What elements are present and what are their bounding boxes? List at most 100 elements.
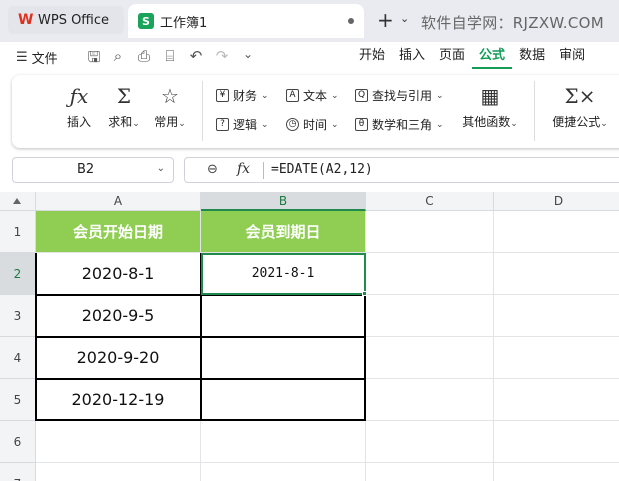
wps-office-tab[interactable]: W WPS Office (8, 6, 124, 34)
cell-d4[interactable] (494, 337, 619, 379)
text-functions-button[interactable]: A 文本 ⌄ (286, 87, 339, 104)
lookup-icon: Q (355, 89, 368, 102)
row-header-7[interactable]: 7 (0, 463, 36, 481)
formula-input[interactable]: =EDATE(A2,12) (271, 162, 373, 177)
logic-label: 逻辑 (233, 118, 258, 132)
save-icon[interactable]: 🖫 (84, 47, 104, 72)
title-bar: W WPS Office S 工作簿1 + ⌄ 软件自学网：RJZXW.COM (0, 0, 619, 42)
sigma-x-icon: Σ× (564, 84, 596, 108)
star-icon: ☆ (161, 84, 179, 108)
row-header-4[interactable]: 4 (0, 337, 36, 379)
undo-icon[interactable]: ↶ (186, 47, 206, 65)
math-trig-button[interactable]: θ 数学和三角 ⌄ (355, 116, 444, 133)
cell-c2[interactable] (366, 253, 494, 295)
new-tab-button[interactable]: + (377, 8, 394, 32)
row-header-1[interactable]: 1 (0, 211, 36, 253)
zoom-icon[interactable]: ⊖ (207, 162, 218, 177)
cell-a4[interactable]: 2020-9-20 (36, 337, 201, 379)
tab-home[interactable]: 开始 (352, 47, 392, 69)
common-functions-button[interactable]: ☆ 常用⌄ (150, 83, 190, 130)
cell-a6[interactable] (36, 421, 201, 463)
chevron-down-icon[interactable]: ⌄ (157, 163, 165, 174)
column-header-d[interactable]: D (494, 192, 619, 211)
cell-d5[interactable] (494, 379, 619, 421)
ribbon-divider (534, 81, 535, 141)
select-all-corner[interactable] (0, 192, 36, 211)
logic-button[interactable]: ? 逻辑 ⌄ (216, 116, 269, 133)
clock-icon: ◷ (286, 118, 299, 131)
formula-divider (263, 162, 264, 179)
quick-formula-button[interactable]: Σ× 便捷公式⌄ (550, 83, 610, 130)
cell-a5[interactable]: 2020-12-19 (36, 379, 201, 421)
cell-b4[interactable] (201, 337, 366, 379)
name-box-value: B2 (77, 162, 95, 177)
cell-c7[interactable] (366, 463, 494, 481)
redo-icon[interactable]: ↷ (212, 47, 232, 65)
sigma-icon: Σ (116, 84, 132, 108)
chevron-down-icon[interactable]: ⌄ (400, 12, 409, 25)
time-label: 时间 (303, 118, 328, 132)
tab-review[interactable]: 审阅 (552, 47, 592, 69)
finance-button[interactable]: ¥ 财务 ⌄ (216, 87, 269, 104)
column-header-b[interactable]: B (201, 192, 366, 211)
autosum-label: 求和 (108, 115, 133, 129)
lookup-button[interactable]: Q 查找与引用 ⌄ (355, 87, 444, 104)
cell-a7[interactable] (36, 463, 201, 481)
formula-bar[interactable]: ⊖ fx =EDATE(A2,12) (184, 157, 619, 183)
tab-insert[interactable]: 插入 (392, 47, 432, 69)
file-menu-label: 文件 (31, 52, 58, 67)
lookup-label: 查找与引用 (372, 89, 433, 103)
row-header-3[interactable]: 3 (0, 295, 36, 337)
format-painter-icon[interactable]: ⌕ (108, 47, 128, 65)
spreadsheet-icon: S (138, 13, 154, 29)
row-header-5[interactable]: 5 (0, 379, 36, 421)
fill-handle[interactable] (362, 291, 367, 296)
fx-icon[interactable]: fx (237, 161, 250, 177)
cell-a1[interactable]: 会员开始日期 (36, 211, 201, 253)
formula-ribbon: ƒx 插入 Σ 求和⌄ ☆ 常用⌄ ¥ 财务 ⌄ A 文本 ⌄ Q 查找与引用 ⌄ ?… (12, 75, 619, 148)
other-functions-button[interactable]: ▦ 其他函数⌄ (460, 83, 520, 130)
cell-a2[interactable]: 2020-8-1 (36, 253, 201, 295)
cell-c4[interactable] (366, 337, 494, 379)
common-functions-label: 常用 (154, 115, 179, 129)
tab-formulas[interactable]: 公式 (472, 47, 513, 69)
quick-formula-label: 便捷公式 (552, 115, 601, 129)
row-header-6[interactable]: 6 (0, 421, 36, 463)
table-border (35, 336, 366, 338)
cell-b5[interactable] (201, 379, 366, 421)
cell-d7[interactable] (494, 463, 619, 481)
cell-a3[interactable]: 2020-9-5 (36, 295, 201, 337)
cell-c3[interactable] (366, 295, 494, 337)
tab-data[interactable]: 数据 (512, 47, 552, 69)
row-header-2[interactable]: 2 (0, 253, 36, 295)
insert-function-button[interactable]: ƒx 插入 (59, 83, 99, 130)
cell-d1[interactable] (494, 211, 619, 253)
column-header-a[interactable]: A (36, 192, 201, 211)
tab-page[interactable]: 页面 (432, 47, 472, 69)
name-box[interactable]: B2 ⌄ (12, 157, 174, 183)
cell-d6[interactable] (494, 421, 619, 463)
time-button[interactable]: ◷ 时间 ⌄ (286, 116, 339, 133)
quick-access-more-icon[interactable]: ⌄ (238, 47, 258, 61)
cell-c6[interactable] (366, 421, 494, 463)
cell-d2[interactable] (494, 253, 619, 295)
insert-function-label: 插入 (66, 115, 91, 129)
cell-b6[interactable] (201, 421, 366, 463)
column-header-c[interactable]: C (366, 192, 494, 211)
active-cell-selection[interactable] (201, 253, 366, 295)
cell-b7[interactable] (201, 463, 366, 481)
print-preview-icon[interactable]: ⌸ (160, 47, 180, 65)
text-icon: A (286, 89, 299, 102)
file-menu[interactable]: ☰ 文件 (16, 48, 58, 67)
cell-c1[interactable] (366, 211, 494, 253)
document-tab[interactable]: S 工作簿1 (128, 4, 364, 38)
cell-d3[interactable] (494, 295, 619, 337)
math-icon: θ (355, 118, 368, 131)
cell-c5[interactable] (366, 379, 494, 421)
cell-b1[interactable]: 会员到期日 (201, 211, 366, 253)
menu-bar: ☰ 文件 🖫 ⌕ ⎙ ⌸ ↶ ↷ ⌄ 开始 插入 页面 公式 数据 审阅 (0, 42, 619, 72)
print-icon[interactable]: ⎙ (134, 47, 154, 65)
unsaved-dot-icon[interactable] (348, 18, 354, 24)
cell-b3[interactable] (201, 295, 366, 337)
autosum-button[interactable]: Σ 求和⌄ (104, 83, 144, 130)
